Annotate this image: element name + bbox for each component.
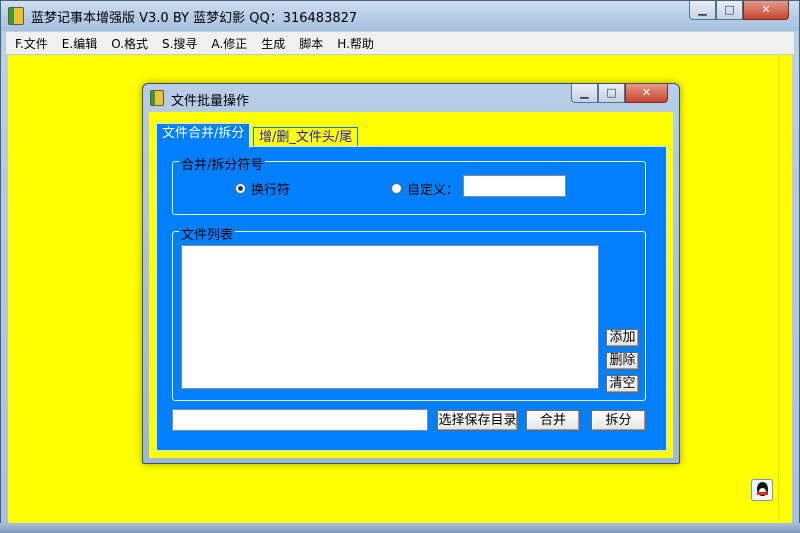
dialog-maximize-button[interactable]: □	[598, 84, 625, 103]
close-icon: ✕	[641, 86, 652, 99]
merge-button[interactable]: 合并	[526, 410, 580, 431]
file-list-groupbox: 文件列表 添加 删除 清空	[172, 224, 646, 401]
menu-script[interactable]: 脚本	[299, 35, 323, 52]
dialog-window-controls: ▁ □ ✕	[571, 84, 668, 103]
file-list[interactable]	[181, 245, 599, 389]
delete-file-button[interactable]: 删除	[606, 352, 639, 370]
maximize-button[interactable]: □	[716, 1, 743, 20]
clear-files-button[interactable]: 清空	[606, 375, 639, 393]
maximize-icon: □	[606, 86, 617, 99]
radio-unchecked-icon	[391, 183, 402, 194]
maximize-icon: □	[724, 3, 735, 16]
notebook-icon	[150, 90, 164, 106]
tab-panel-merge-split: 合并/拆分符号 换行符 自定义： 文件列表 添加 删除 清空 选择保存目录 合并…	[156, 146, 667, 451]
menu-bar: F.文件 E.编辑 O.格式 S.搜寻 A.修正 生成 脚本 H.帮助	[6, 32, 794, 54]
radio-custom-label: 自定义：	[407, 183, 460, 198]
dialog-minimize-button[interactable]: ▁	[571, 84, 598, 103]
radio-newline-label: 换行符	[251, 183, 291, 198]
close-icon: ✕	[761, 3, 771, 16]
custom-separator-input[interactable]	[463, 175, 566, 197]
add-file-button[interactable]: 添加	[606, 329, 639, 347]
close-button[interactable]: ✕	[743, 1, 789, 20]
dialog-body: 文件合并/拆分 增/删_文件头/尾 合并/拆分符号 换行符 自定义： 文件列表	[149, 112, 673, 458]
menu-file[interactable]: F.文件	[15, 35, 48, 52]
menu-help[interactable]: H.帮助	[337, 35, 374, 52]
window-controls: ▁ □ ✕	[689, 1, 789, 20]
separator-groupbox: 合并/拆分符号 换行符 自定义：	[172, 154, 646, 215]
radio-checked-icon	[235, 183, 246, 194]
radio-custom[interactable]: 自定义：	[391, 179, 459, 198]
save-path-input[interactable]	[172, 409, 428, 431]
menu-search[interactable]: S.搜寻	[162, 35, 197, 52]
vertical-scrollbar[interactable]	[778, 55, 792, 523]
choose-save-dir-button[interactable]: 选择保存目录	[437, 410, 518, 431]
file-list-legend: 文件列表	[179, 224, 236, 243]
minimize-icon: ▁	[698, 3, 707, 16]
radio-newline[interactable]: 换行符	[235, 179, 290, 198]
batch-file-dialog: 文件批量操作 ▁ □ ✕ 文件合并/拆分 增/删_文件头/尾 合并/拆分符号 换…	[142, 83, 680, 464]
dialog-titlebar[interactable]: 文件批量操作 ▁ □ ✕	[143, 84, 679, 112]
split-button[interactable]: 拆分	[591, 410, 646, 431]
notebook-icon	[8, 7, 24, 25]
window-title: 蓝梦记事本增强版 V3.0 BY 蓝梦幻影 QQ：316483827	[31, 11, 358, 26]
menu-format[interactable]: O.格式	[111, 35, 148, 52]
main-titlebar[interactable]: 蓝梦记事本增强版 V3.0 BY 蓝梦幻影 QQ：316483827 ▁ □ ✕	[1, 1, 799, 31]
menu-edit[interactable]: E.编辑	[62, 35, 97, 52]
menu-fix[interactable]: A.修正	[211, 35, 247, 52]
tab-merge-split[interactable]: 文件合并/拆分	[156, 123, 251, 148]
window-bottom-border	[0, 523, 800, 533]
menu-generate[interactable]: 生成	[261, 35, 285, 52]
separator-group-legend: 合并/拆分符号	[179, 154, 266, 173]
dialog-close-button[interactable]: ✕	[625, 84, 668, 103]
qq-penguin-icon[interactable]	[751, 479, 773, 501]
minimize-button[interactable]: ▁	[689, 1, 716, 20]
dialog-title: 文件批量操作	[171, 94, 250, 109]
minimize-icon: ▁	[580, 86, 589, 99]
